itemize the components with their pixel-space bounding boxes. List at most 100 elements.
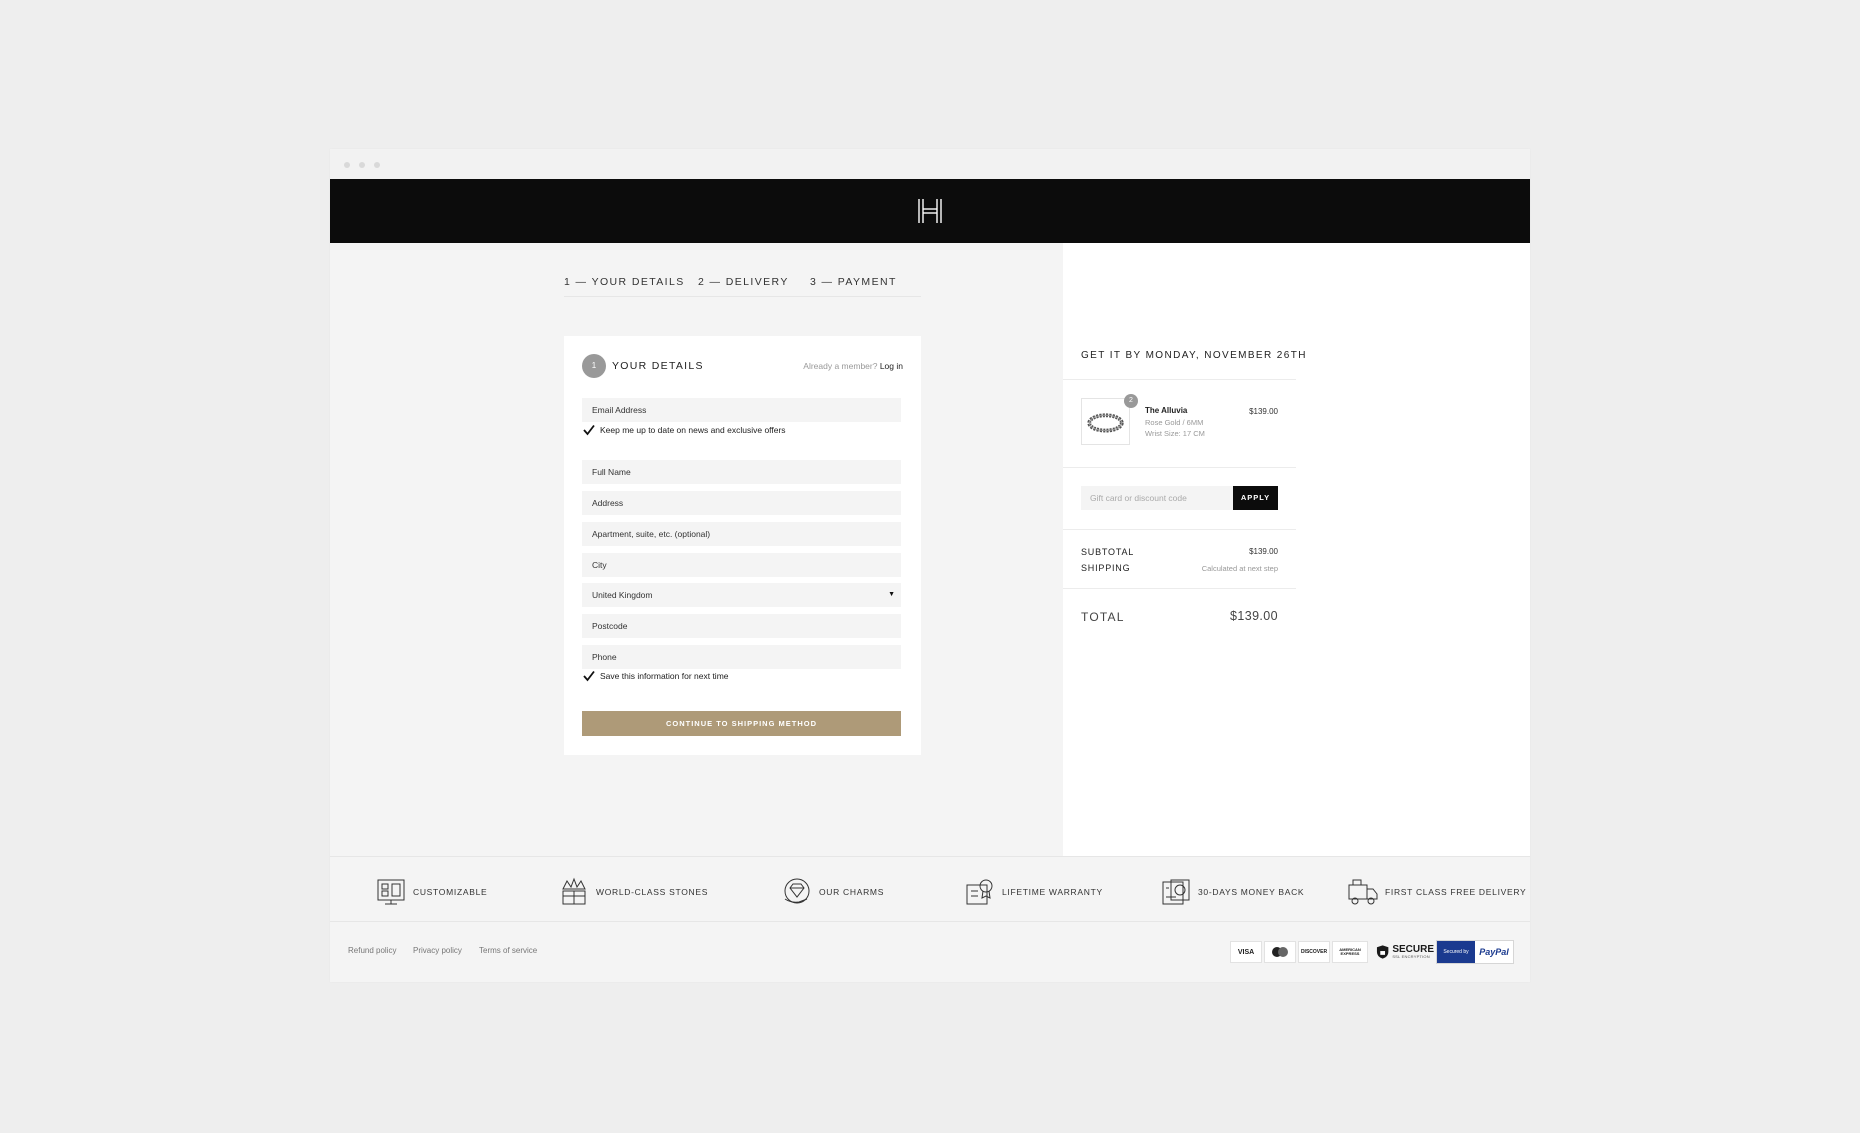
customize-screen-icon — [377, 879, 405, 905]
feature-label: CUSTOMIZABLE — [413, 887, 488, 897]
total-value: $139.00 — [1230, 609, 1278, 623]
checkout-steps: 1 — YOUR DETAILS 2 — DELIVERY 3 — PAYMEN… — [564, 276, 921, 297]
dropdown-caret-icon: ▼ — [888, 591, 895, 598]
apartment-field[interactable] — [582, 522, 901, 546]
bracelet-image — [1087, 413, 1124, 433]
paypal-secured-badge: Secured by PayPal — [1436, 940, 1514, 964]
feature-label: OUR CHARMS — [819, 887, 885, 897]
feature-label: WORLD-CLASS STONES — [596, 887, 709, 897]
product-variant: Rose Gold / 6MM — [1145, 418, 1204, 427]
subtotal-label: SUBTOTAL — [1081, 547, 1135, 557]
details-title: YOUR DETAILS — [612, 360, 704, 372]
country-value: United Kingdom — [592, 590, 653, 600]
feature-lifetime-warranty: LIFETIME WARRANTY — [964, 877, 1103, 907]
subtotal-value: $139.00 — [1249, 547, 1278, 556]
ssl-text: SSL ENCRYPTION — [1392, 954, 1430, 959]
feature-money-back: 30-DAYS MONEY BACK — [1160, 877, 1304, 907]
apartment-input[interactable] — [592, 522, 891, 546]
window-dot — [344, 162, 350, 168]
phone-input[interactable] — [592, 645, 891, 669]
member-prompt: Already a member? Log in — [803, 361, 903, 371]
summary-divider — [1063, 379, 1296, 380]
summary-divider — [1063, 588, 1296, 589]
crown-gift-icon — [562, 877, 586, 905]
postcode-field[interactable] — [582, 614, 901, 638]
order-summary: GET IT BY MONDAY, NOVEMBER 26TH 2 The Al… — [1063, 243, 1530, 856]
phone-field[interactable] — [582, 645, 901, 669]
window-chrome — [330, 149, 1530, 179]
checkout-form-area: 1 — YOUR DETAILS 2 — DELIVERY 3 — PAYMEN… — [330, 243, 1063, 856]
feature-free-delivery: FIRST CLASS FREE DELIVERY — [1347, 877, 1526, 907]
summary-divider — [1063, 529, 1296, 530]
feature-label: 30-DAYS MONEY BACK — [1198, 887, 1305, 897]
delivery-estimate: GET IT BY MONDAY, NOVEMBER 26TH — [1081, 350, 1307, 361]
privacy-policy-link[interactable]: Privacy policy — [413, 946, 462, 955]
address-field[interactable] — [582, 491, 901, 515]
discover-badge: DISCOVER — [1298, 941, 1330, 963]
save-info-checkbox-row[interactable]: Save this information for next time — [582, 669, 729, 683]
newsletter-checkbox[interactable] — [582, 423, 596, 437]
feature-strip: CUSTOMIZABLE WORLD-CLASS STONES OUR CHAR… — [330, 856, 1530, 922]
discount-code-field[interactable] — [1081, 486, 1233, 510]
amex-badge: AMERICAN EXPRESS — [1332, 941, 1368, 963]
newsletter-checkbox-row[interactable]: Keep me up to date on news and exclusive… — [582, 423, 786, 437]
refund-policy-link[interactable]: Refund policy — [348, 946, 396, 955]
login-link[interactable]: Log in — [880, 361, 903, 371]
step-delivery[interactable]: 2 — DELIVERY — [698, 276, 789, 288]
discount-code-input[interactable] — [1090, 493, 1224, 503]
save-info-checkbox[interactable] — [582, 669, 596, 683]
postcode-input[interactable] — [592, 614, 891, 638]
shipping-label: SHIPPING — [1081, 563, 1131, 573]
details-card: 1 YOUR DETAILS Already a member? Log in … — [564, 336, 921, 755]
window-dot — [359, 162, 365, 168]
product-name[interactable]: The Alluvia — [1145, 406, 1187, 415]
email-field[interactable] — [582, 398, 901, 422]
step-your-details[interactable]: 1 — YOUR DETAILS — [564, 276, 685, 297]
paypal-text: PayPal — [1475, 941, 1513, 963]
city-field[interactable] — [582, 553, 901, 577]
feature-world-class-stones: WORLD-CLASS STONES — [558, 877, 708, 907]
feature-our-charms: OUR CHARMS — [781, 877, 884, 907]
details-card-header: 1 YOUR DETAILS Already a member? Log in — [582, 354, 903, 378]
mastercard-icon — [1272, 947, 1288, 957]
steps-divider — [564, 296, 921, 297]
country-select[interactable]: United Kingdom ▼ — [582, 583, 901, 607]
money-back-icon — [1162, 879, 1190, 905]
product-price: $139.00 — [1249, 407, 1278, 416]
apply-discount-button[interactable]: APPLY — [1233, 486, 1278, 510]
shipping-value: Calculated at next step — [1201, 564, 1278, 573]
header-bar — [330, 179, 1530, 243]
continue-to-shipping-button[interactable]: CONTINUE TO SHIPPING METHOD — [582, 711, 901, 736]
lock-shield-icon — [1376, 945, 1389, 959]
product-wrist-size: Wrist Size: 17 CM — [1145, 429, 1205, 438]
full-name-input[interactable] — [592, 460, 891, 484]
footer: Refund policy Privacy policy Terms of se… — [330, 922, 1530, 982]
city-input[interactable] — [592, 553, 891, 577]
window-dot — [374, 162, 380, 168]
delivery-truck-icon — [1348, 879, 1378, 905]
mastercard-badge — [1264, 941, 1296, 963]
secured-by-text: Secured by — [1437, 941, 1475, 963]
newsletter-label: Keep me up to date on news and exclusive… — [600, 425, 786, 435]
terms-of-service-link[interactable]: Terms of service — [479, 946, 537, 955]
summary-divider — [1063, 467, 1296, 468]
visa-badge: VISA — [1230, 941, 1262, 963]
address-input[interactable] — [592, 491, 891, 515]
h-monogram-logo[interactable] — [916, 197, 944, 225]
browser-window: 1 — YOUR DETAILS 2 — DELIVERY 3 — PAYMEN… — [330, 149, 1530, 982]
step-payment[interactable]: 3 — PAYMENT — [810, 276, 897, 288]
total-label: TOTAL — [1081, 610, 1125, 624]
member-prompt-text: Already a member? — [803, 361, 878, 371]
secure-ssl-badge: SECURE SSL ENCRYPTION — [1376, 940, 1434, 964]
checkout-main: 1 — YOUR DETAILS 2 — DELIVERY 3 — PAYMEN… — [330, 243, 1530, 856]
feature-label: LIFETIME WARRANTY — [1002, 887, 1103, 897]
email-input[interactable] — [592, 398, 891, 422]
feature-label: FIRST CLASS FREE DELIVERY — [1385, 887, 1527, 897]
diamond-hand-icon — [784, 878, 810, 904]
warranty-badge-icon — [966, 879, 993, 905]
product-thumbnail — [1081, 398, 1130, 445]
feature-customizable: CUSTOMIZABLE — [375, 877, 487, 907]
quantity-badge: 2 — [1124, 394, 1138, 408]
full-name-field[interactable] — [582, 460, 901, 484]
step-number-badge: 1 — [582, 354, 606, 378]
